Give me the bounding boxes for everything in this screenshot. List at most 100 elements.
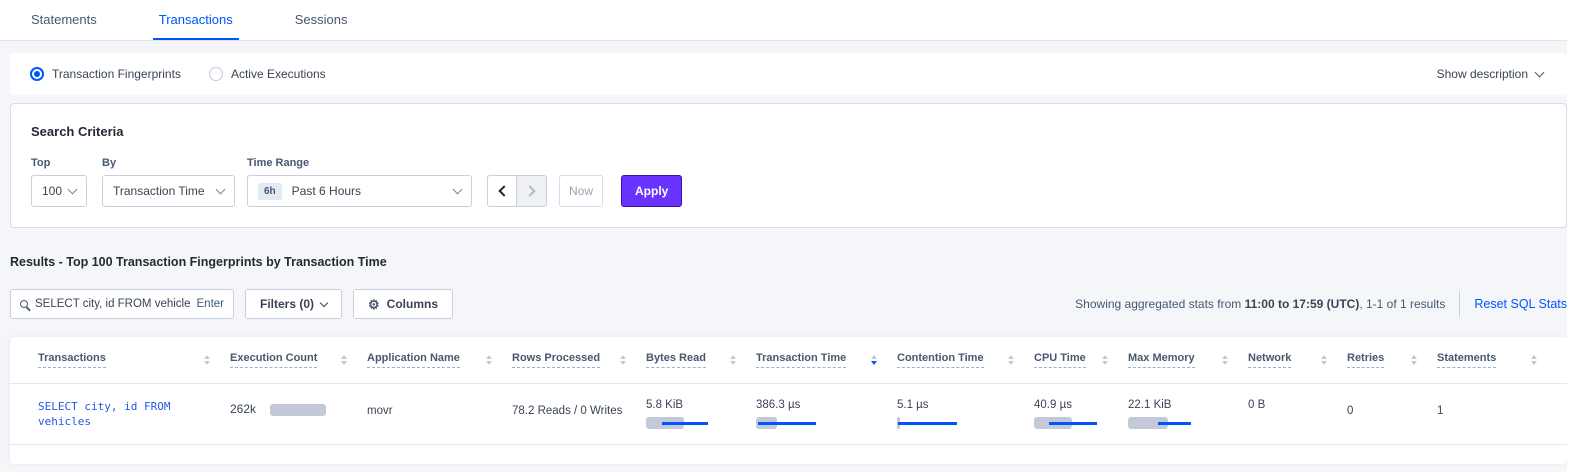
max-memory-cell: 22.1 KiB <box>1128 384 1248 429</box>
top-field: Top 100 <box>31 157 87 207</box>
results-heading: Results - Top 100 Transaction Fingerprin… <box>10 255 1567 269</box>
retries-cell: 0 <box>1347 384 1437 417</box>
show-description-toggle[interactable]: Show description <box>1437 67 1543 81</box>
sort-icon[interactable] <box>341 355 347 365</box>
column-label: Execution Count <box>230 352 317 368</box>
column-header-statements[interactable]: Statements <box>1437 352 1557 368</box>
by-select-value: Transaction Time <box>113 184 205 198</box>
chevron-down-icon <box>453 184 463 194</box>
contention-time-value: 5.1 µs <box>897 399 1034 411</box>
radio-selected-icon <box>30 67 44 81</box>
column-header-bytes-read[interactable]: Bytes Read <box>646 352 756 368</box>
gear-icon: ⚙ <box>368 298 380 311</box>
time-range-prev-button[interactable] <box>487 175 517 207</box>
tab-transactions[interactable]: Transactions <box>153 0 239 40</box>
chevron-down-icon <box>216 184 226 194</box>
rows-processed-cell: 78.2 Reads / 0 Writes <box>512 384 646 417</box>
column-header-transaction-time[interactable]: Transaction Time <box>756 352 897 368</box>
column-header-contention-time[interactable]: Contention Time <box>897 352 1034 368</box>
contention-time-cell: 5.1 µs <box>897 384 1034 429</box>
time-range-field: Time Range 6h Past 6 Hours <box>235 157 472 207</box>
showing-suffix: , 1-1 of 1 results <box>1359 297 1445 311</box>
network-cell: 0 B <box>1248 384 1347 411</box>
now-button[interactable]: Now <box>559 175 603 207</box>
top-select[interactable]: 100 <box>31 175 87 207</box>
time-range-select[interactable]: 6h Past 6 Hours <box>247 175 472 207</box>
chevron-left-icon <box>498 185 509 196</box>
showing-stats-text: Showing aggregated stats from 11:00 to 1… <box>1075 297 1445 311</box>
sort-icon[interactable] <box>204 355 210 365</box>
column-header-application-name[interactable]: Application Name <box>367 352 512 368</box>
application-name-cell: movr <box>367 384 512 417</box>
search-icon <box>20 300 28 308</box>
table-row: SELECT city, id FROM vehicles 262k movr … <box>10 383 1567 445</box>
main-content: Transaction Fingerprints Active Executio… <box>0 41 1577 464</box>
sort-icon[interactable] <box>620 355 626 365</box>
search-box: Enter <box>10 289 234 319</box>
time-range-next-button[interactable] <box>517 175 547 207</box>
filters-button[interactable]: Filters (0) <box>245 289 342 319</box>
table-header-row: Transactions Execution Count Application… <box>10 337 1567 383</box>
sort-icon[interactable] <box>871 355 877 365</box>
filters-label: Filters (0) <box>260 297 314 311</box>
time-range-label: Time Range <box>247 157 472 169</box>
contention-time-bar <box>897 417 963 429</box>
apply-button[interactable]: Apply <box>621 175 682 207</box>
radio-active-executions[interactable]: Active Executions <box>209 67 326 81</box>
sort-icon[interactable] <box>730 355 736 365</box>
sort-icon[interactable] <box>1102 355 1108 365</box>
statements-cell: 1 <box>1437 384 1557 417</box>
execution-count-value: 262k <box>230 402 256 416</box>
column-label: Transactions <box>38 352 106 368</box>
reset-sql-stats-link[interactable]: Reset SQL Stats <box>1474 297 1567 311</box>
chevron-down-icon <box>1535 67 1545 77</box>
chevron-down-icon <box>68 184 78 194</box>
column-header-network[interactable]: Network <box>1248 352 1347 368</box>
tab-statements[interactable]: Statements <box>25 0 103 40</box>
top-label: Top <box>31 157 87 169</box>
browser-scrollbar-track[interactable] <box>1567 0 1577 472</box>
page-tabbar: Statements Transactions Sessions <box>0 0 1577 41</box>
column-header-execution-count[interactable]: Execution Count <box>230 352 367 368</box>
column-label: CPU Time <box>1034 352 1086 368</box>
sort-icon[interactable] <box>1531 355 1537 365</box>
column-label: Transaction Time <box>756 352 846 368</box>
by-select[interactable]: Transaction Time <box>102 175 235 207</box>
bytes-read-value: 5.8 KiB <box>646 399 756 411</box>
sort-icon[interactable] <box>486 355 492 365</box>
radio-transaction-fingerprints[interactable]: Transaction Fingerprints <box>30 67 181 81</box>
radio-label: Transaction Fingerprints <box>52 67 181 81</box>
column-label: Bytes Read <box>646 352 706 368</box>
sort-icon[interactable] <box>1411 355 1417 365</box>
sort-icon[interactable] <box>1321 355 1327 365</box>
column-header-cpu-time[interactable]: CPU Time <box>1034 352 1128 368</box>
by-label: By <box>102 157 235 169</box>
cpu-time-cell: 40.9 µs <box>1034 384 1128 429</box>
column-header-rows-processed[interactable]: Rows Processed <box>512 352 646 368</box>
results-controls-row: Enter Filters (0) ⚙ Columns Showing aggr… <box>10 289 1567 319</box>
view-toggle-card: Transaction Fingerprints Active Executio… <box>10 53 1567 95</box>
by-field: By Transaction Time <box>87 157 235 207</box>
execution-count-bar <box>270 404 326 416</box>
column-label: Retries <box>1347 352 1384 368</box>
column-header-transactions[interactable]: Transactions <box>38 352 230 368</box>
bytes-read-bar <box>646 417 712 429</box>
column-label: Network <box>1248 352 1291 368</box>
column-header-retries[interactable]: Retries <box>1347 352 1437 368</box>
cpu-time-bar <box>1034 417 1100 429</box>
showing-range: 11:00 to 17:59 (UTC) <box>1245 297 1360 311</box>
top-select-value: 100 <box>42 184 62 198</box>
max-memory-value: 22.1 KiB <box>1128 399 1248 411</box>
column-header-max-memory[interactable]: Max Memory <box>1128 352 1248 368</box>
transaction-fingerprint-link[interactable]: SELECT city, id FROM vehicles <box>38 399 213 429</box>
sort-icon[interactable] <box>1008 355 1014 365</box>
columns-button[interactable]: ⚙ Columns <box>353 289 453 319</box>
tab-sessions[interactable]: Sessions <box>289 0 354 40</box>
column-label: Contention Time <box>897 352 984 368</box>
search-criteria-card: Search Criteria Top 100 By Transaction T… <box>10 103 1567 228</box>
transaction-time-value: 386.3 µs <box>756 399 897 411</box>
show-description-label: Show description <box>1437 67 1528 81</box>
sort-icon[interactable] <box>1222 355 1228 365</box>
transaction-cell: SELECT city, id FROM vehicles <box>38 384 230 429</box>
search-input[interactable] <box>35 298 190 310</box>
